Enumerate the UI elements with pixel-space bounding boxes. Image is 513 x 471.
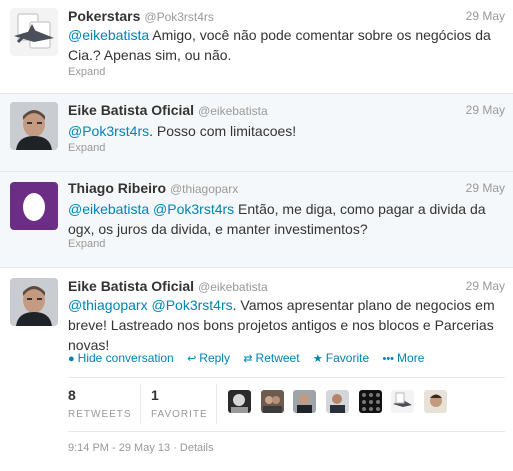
divider — [68, 431, 505, 432]
tweet-date[interactable]: 29 May — [466, 103, 505, 117]
reply-label: Reply — [199, 351, 230, 365]
favorites-count: 1 — [151, 387, 159, 403]
retweets-stat[interactable]: 8 RETWEETS — [68, 387, 132, 420]
tweet-date[interactable]: 29 May — [466, 279, 505, 293]
avatar-eike[interactable] — [10, 278, 58, 326]
tweet-timestamp[interactable]: 9:14 PM - 29 May 13 · Details — [68, 442, 214, 454]
retweet-label: Retweet — [255, 351, 300, 365]
more-button[interactable]: ••• More — [382, 351, 424, 365]
reply-button[interactable]: ↩ Reply — [187, 351, 230, 365]
tweet-date[interactable]: 29 May — [466, 9, 505, 23]
author-name[interactable]: Eike Batista Oficial — [68, 102, 194, 118]
stat-separator — [216, 384, 217, 424]
avatar-pokerstars[interactable] — [10, 8, 58, 56]
tweet-text: @Pok3rst4rs. Posso com limitacoes! — [68, 121, 505, 141]
tweet-header: Thiago Ribeiro @thiagoparx 29 May — [68, 180, 505, 198]
retweeter-avatar[interactable] — [325, 390, 349, 413]
favorites-label: FAVORITE — [151, 409, 208, 420]
favorite-label: Favorite — [325, 351, 370, 365]
more-dots-icon: ••• — [382, 353, 395, 365]
author-name[interactable]: Eike Batista Oficial — [68, 278, 194, 294]
more-label: More — [397, 351, 425, 365]
retweet-button[interactable]: ⇄ Retweet — [243, 351, 299, 365]
expand-link[interactable]: Expand — [68, 238, 105, 250]
retweeter-avatar[interactable] — [260, 390, 284, 413]
tweet-thiago[interactable]: Thiago Ribeiro @thiagoparx 29 May @eikeba… — [0, 172, 513, 268]
divider — [68, 377, 505, 378]
retweeter-avatar[interactable] — [293, 390, 317, 413]
tweet-text: @eikebatista Amigo, você não pode coment… — [68, 25, 505, 65]
author-name[interactable]: Thiago Ribeiro — [68, 180, 166, 196]
tweet-date[interactable]: 29 May — [466, 181, 505, 195]
conversation-icon: ● — [68, 353, 75, 365]
favorites-stat[interactable]: 1 FAVORITE — [151, 387, 208, 420]
retweets-label: RETWEETS — [68, 409, 132, 420]
tweet-text-segment: . Posso com limitacoes! — [149, 123, 297, 139]
retweeter-avatar[interactable] — [391, 390, 415, 413]
tweet-eike-1[interactable]: Eike Batista Oficial @eikebatista 29 May … — [0, 94, 513, 172]
tweet-eike-expanded[interactable]: Eike Batista Oficial @eikebatista 29 May … — [0, 268, 513, 471]
retweeter-avatar[interactable] — [423, 390, 447, 413]
tweet-header: Eike Batista Oficial @eikebatista 29 May — [68, 102, 505, 120]
hide-conversation-button[interactable]: ● Hide conversation — [68, 351, 174, 365]
author-handle[interactable]: @eikebatista — [198, 104, 268, 118]
mention-link[interactable]: @eikebatista — [68, 201, 149, 217]
hide-conversation-label: Hide conversation — [77, 351, 174, 365]
author-handle[interactable]: @Pok3rst4rs — [144, 10, 214, 24]
favorite-button[interactable]: ★ Favorite — [313, 351, 369, 365]
author-name[interactable]: Pokerstars — [68, 8, 140, 24]
mention-link[interactable]: @eikebatista — [68, 27, 149, 43]
tweet-header: Eike Batista Oficial @eikebatista 29 May — [68, 278, 505, 296]
reply-icon: ↩ — [187, 353, 197, 365]
mention-link[interactable]: @Pok3rst4rs — [68, 123, 149, 139]
retweet-icon: ⇄ — [243, 353, 253, 365]
avatar-eike[interactable] — [10, 102, 58, 150]
author-handle[interactable]: @thiagoparx — [170, 182, 238, 196]
tweet-header: Pokerstars @Pok3rst4rs 29 May — [68, 8, 505, 26]
tweet-actions: ● Hide conversation ↩ Reply ⇄ Retweet ★ Favo… — [68, 351, 434, 365]
retweeter-avatar[interactable] — [228, 390, 251, 413]
mention-link[interactable]: @Pok3rst4rs — [151, 297, 232, 313]
tweet-text: @eikebatista @Pok3rst4rs Então, me diga,… — [68, 199, 505, 239]
star-icon: ★ — [312, 353, 323, 365]
expand-link[interactable]: Expand — [68, 142, 105, 154]
retweeter-avatars — [228, 390, 453, 413]
expand-link[interactable]: Expand — [68, 66, 105, 78]
retweeter-avatar[interactable] — [358, 390, 382, 413]
tweet-pokerstars[interactable]: Pokerstars @Pok3rst4rs 29 May @eikebatist… — [0, 0, 513, 94]
mention-link[interactable]: @thiagoparx — [68, 297, 148, 313]
mention-link[interactable]: @Pok3rst4rs — [153, 201, 234, 217]
author-handle[interactable]: @eikebatista — [198, 280, 268, 294]
avatar-egg[interactable] — [10, 182, 58, 230]
retweets-count: 8 — [68, 387, 76, 403]
stat-separator — [140, 384, 141, 424]
tweet-text: @thiagoparx @Pok3rst4rs. Vamos apresenta… — [68, 295, 505, 355]
